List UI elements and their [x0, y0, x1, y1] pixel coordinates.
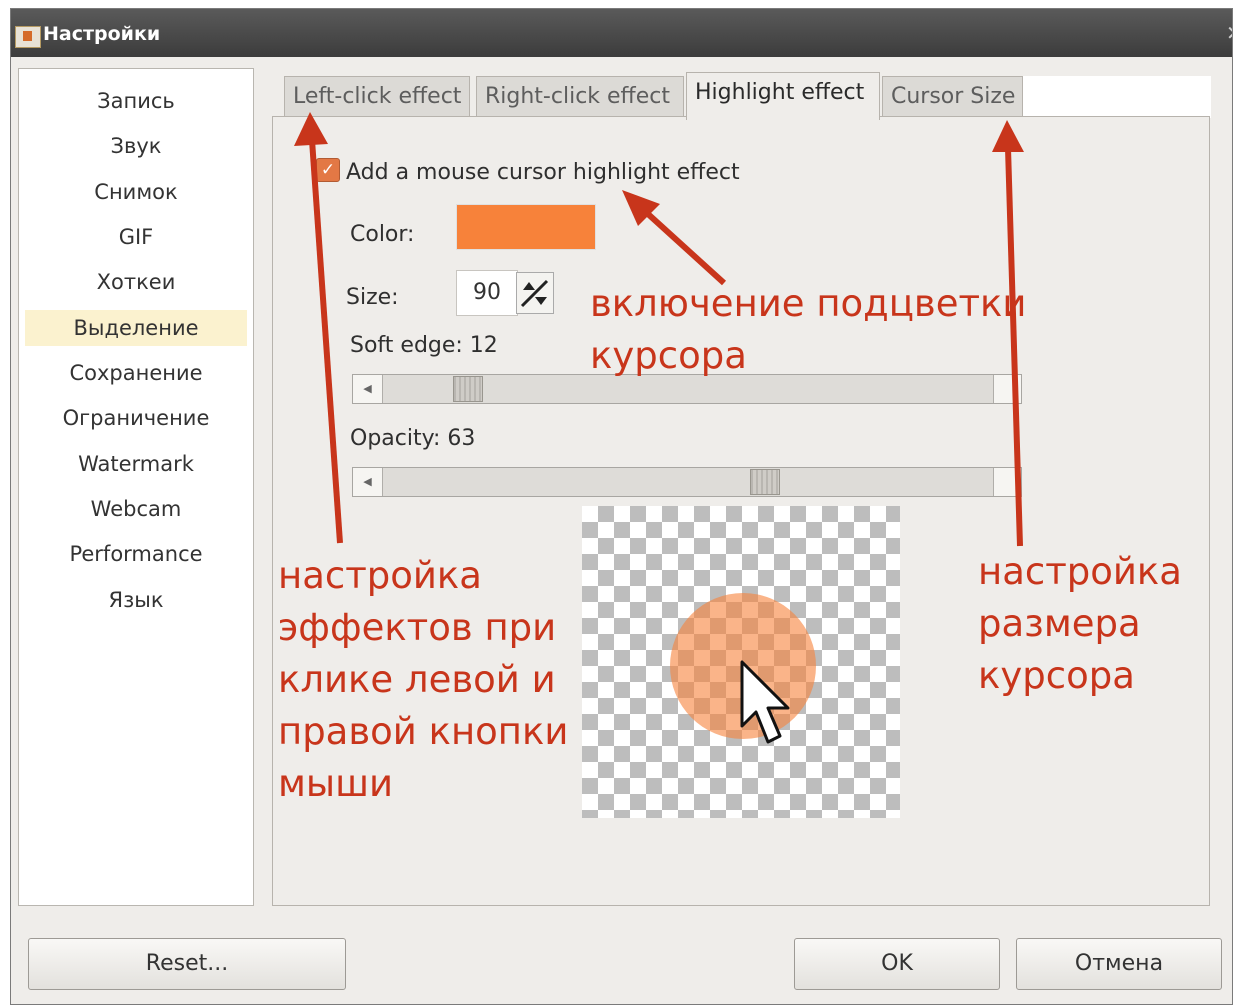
- annotation-line: эффектов при: [278, 606, 557, 649]
- sidebar-item-hotkeys[interactable]: Хоткеи: [25, 264, 247, 300]
- size-input[interactable]: 90: [456, 270, 518, 316]
- annotation-line: курсора: [590, 334, 747, 377]
- close-icon[interactable]: ✕: [1226, 21, 1232, 43]
- title-bar: Настройки ✕: [11, 9, 1232, 57]
- annotation-line: настройка: [278, 554, 482, 597]
- annotation-line: настройка: [978, 550, 1182, 593]
- size-spin-button[interactable]: [516, 272, 554, 314]
- soft-edge-label: Soft edge: 12: [350, 333, 498, 358]
- annotation-click-effects: настройка эффектов при клике левой и пра…: [278, 550, 568, 810]
- settings-sidebar: Запись Звук Снимок GIF Хоткеи Выделение …: [18, 68, 254, 906]
- sidebar-item-limit[interactable]: Ограничение: [25, 400, 247, 436]
- sidebar-item-performance[interactable]: Performance: [25, 536, 247, 572]
- opacity-slider-thumb[interactable]: [749, 469, 780, 495]
- slider-left-arrow-icon[interactable]: ◀: [353, 375, 383, 403]
- slider-end-cap[interactable]: [993, 468, 1021, 496]
- soft-edge-slider-thumb[interactable]: [452, 376, 483, 402]
- sidebar-item-webcam[interactable]: Webcam: [25, 491, 247, 527]
- tab-left-click-effect[interactable]: Left-click effect: [284, 76, 470, 118]
- sidebar-item-screenshot[interactable]: Снимок: [25, 174, 247, 210]
- reset-button[interactable]: Reset...: [28, 938, 346, 990]
- tab-bar: Left-click effect Right-click effect Hig…: [272, 72, 1172, 120]
- tab-cursor-size[interactable]: Cursor Size: [882, 76, 1023, 118]
- annotation-line: клике левой и: [278, 658, 556, 701]
- annotation-cursor-size: настройка размера курсора: [978, 546, 1182, 702]
- sidebar-item-language[interactable]: Язык: [25, 582, 247, 618]
- sidebar-item-highlight[interactable]: Выделение: [25, 310, 247, 346]
- highlight-enable-label: Add a mouse cursor highlight effect: [346, 160, 740, 185]
- color-label: Color:: [350, 222, 415, 247]
- annotation-line: размера: [978, 602, 1141, 645]
- ok-button[interactable]: OK: [794, 938, 1000, 990]
- slider-left-arrow-icon[interactable]: ◀: [353, 468, 383, 496]
- mouse-pointer-icon: [740, 660, 790, 744]
- color-swatch[interactable]: [456, 204, 596, 250]
- tab-right-click-effect[interactable]: Right-click effect: [476, 76, 684, 118]
- sidebar-item-gif[interactable]: GIF: [25, 219, 247, 255]
- opacity-slider[interactable]: ◀: [352, 467, 1022, 497]
- annotation-highlight: включение подцветки курсора: [590, 278, 1026, 382]
- spin-arrows-icon: [520, 279, 549, 308]
- sidebar-item-save[interactable]: Сохранение: [25, 355, 247, 391]
- highlight-enable-checkbox[interactable]: ✓: [316, 158, 340, 182]
- app-icon: [15, 26, 41, 48]
- window-title: Настройки: [43, 23, 161, 45]
- annotation-line: правой кнопки: [278, 710, 569, 753]
- tab-highlight-effect[interactable]: Highlight effect: [686, 72, 880, 120]
- opacity-label: Opacity: 63: [350, 426, 476, 451]
- sidebar-item-record[interactable]: Запись: [25, 83, 247, 119]
- annotation-line: включение подцветки: [590, 282, 1027, 325]
- annotation-line: мыши: [278, 762, 394, 805]
- sidebar-item-watermark[interactable]: Watermark: [25, 446, 247, 482]
- cancel-button[interactable]: Отмена: [1016, 938, 1222, 990]
- sidebar-item-sound[interactable]: Звук: [25, 128, 247, 164]
- annotation-line: курсора: [978, 654, 1135, 697]
- size-label: Size:: [346, 285, 399, 310]
